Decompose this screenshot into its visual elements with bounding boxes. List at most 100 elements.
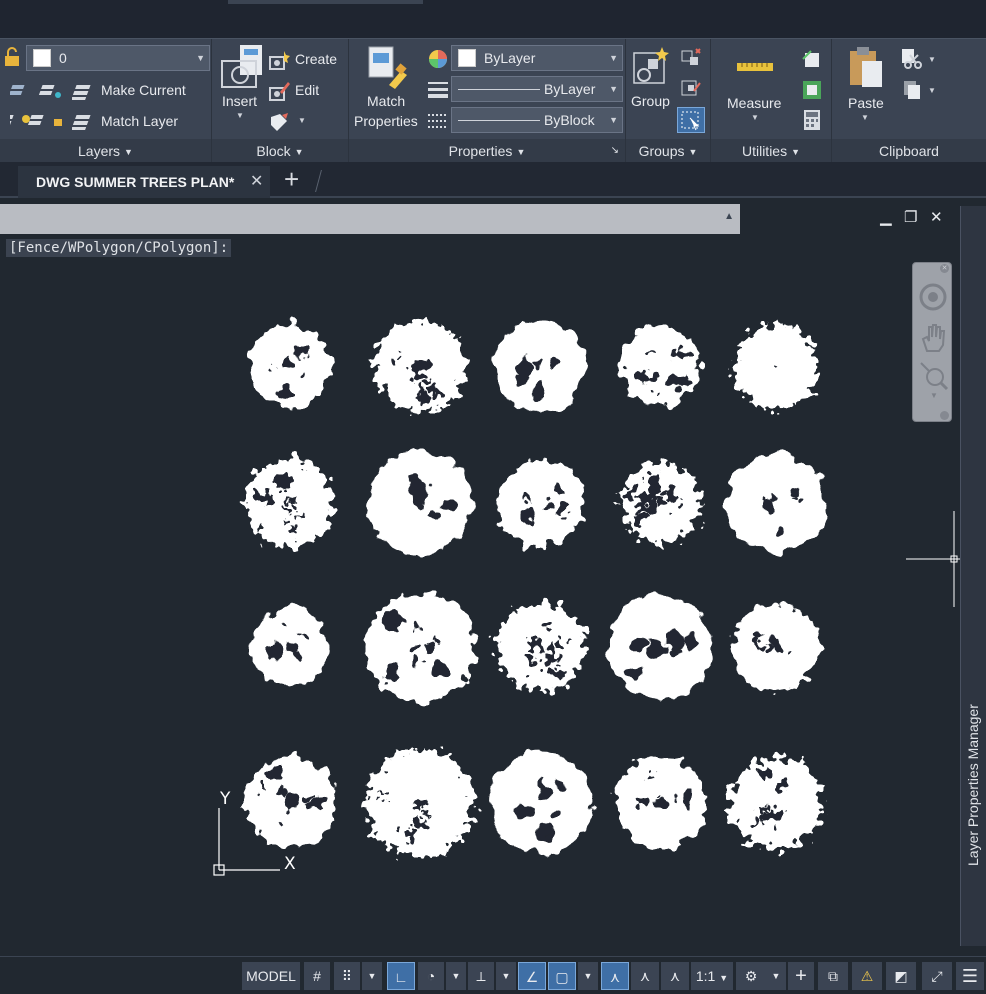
canopy-gap	[409, 359, 428, 378]
clean-screen-button[interactable]: ⤢	[922, 962, 952, 990]
canopy-gap	[667, 348, 678, 359]
chevron-up-icon[interactable]: ▲	[724, 211, 734, 222]
tree-symbol[interactable]	[608, 595, 712, 699]
ortho-toggle[interactable]: ∟	[387, 962, 415, 990]
canopy-gap	[762, 644, 770, 652]
canopy-gap	[300, 634, 306, 640]
canopy-gap	[553, 484, 565, 496]
canopy-gap	[655, 392, 659, 397]
annotation-visibility-toggle[interactable]: ⋏	[601, 962, 629, 990]
canopy-gap	[525, 656, 538, 669]
tree-symbol[interactable]	[732, 603, 820, 691]
tree-symbol[interactable]	[366, 749, 474, 857]
tree-symbol[interactable]	[246, 459, 334, 547]
canopy-gap	[645, 472, 661, 489]
canopy-gap	[428, 509, 440, 521]
canopy-gap	[529, 383, 546, 401]
steering-wheel-icon[interactable]	[917, 281, 949, 313]
canopy-gap	[413, 645, 421, 653]
tree-symbol[interactable]	[248, 324, 332, 408]
canopy-gap	[522, 366, 531, 375]
close-viewport-button[interactable]: ✕	[930, 208, 943, 226]
command-line-bar[interactable]: ▲	[0, 204, 740, 234]
tree-symbol[interactable]	[244, 757, 336, 849]
tree-symbol[interactable]	[489, 751, 593, 855]
tree-symbol[interactable]	[497, 459, 585, 547]
isodraft-menu-caret[interactable]: ▼	[496, 962, 516, 990]
graphics-performance-button[interactable]: ◩	[886, 962, 916, 990]
tree-symbol[interactable]	[620, 326, 700, 406]
close-icon[interactable]: ✕	[940, 264, 949, 273]
canopy-gap	[401, 827, 414, 840]
zoom-extents-icon[interactable]	[917, 359, 949, 391]
canopy-gap	[656, 789, 661, 795]
canopy-gap	[546, 357, 557, 369]
navbar-options-icon[interactable]	[940, 411, 949, 420]
canopy-gap	[284, 620, 289, 626]
canopy-gap	[519, 507, 537, 524]
tree-symbol[interactable]	[365, 592, 475, 702]
annotation-scale-icon-button[interactable]: ⋏	[661, 962, 689, 990]
isolate-objects-button[interactable]: ⧉	[818, 962, 848, 990]
canopy-gap	[542, 501, 551, 510]
minimize-viewport-button[interactable]: ▁	[880, 208, 892, 226]
canopy-gap	[751, 630, 763, 642]
canopy-gap	[761, 818, 767, 824]
annotation-autoscale-toggle[interactable]: ⋏	[631, 962, 659, 990]
canopy-gap	[277, 789, 286, 798]
annotation-monitor-button[interactable]: +	[788, 962, 814, 990]
isodraft-toggle[interactable]: ⟂	[468, 962, 494, 990]
tree-symbol[interactable]	[734, 324, 818, 408]
model-space-button[interactable]: MODEL	[242, 962, 300, 990]
snap-menu-caret[interactable]: ▼	[362, 962, 382, 990]
grid-icon: #	[313, 968, 321, 984]
object-snap-tracking-toggle[interactable]: ∠	[518, 962, 546, 990]
tree-symbol[interactable]	[252, 609, 328, 685]
canopy-gap	[649, 775, 655, 781]
canopy-gap	[644, 374, 654, 385]
tree-symbol[interactable]	[726, 453, 826, 553]
polar-tracking-toggle[interactable]: ◔	[418, 962, 444, 990]
tree-canopy	[489, 751, 593, 855]
chevron-down-icon: ▼	[719, 973, 729, 983]
customization-menu-button[interactable]: ☰	[956, 962, 984, 990]
tree-symbol[interactable]	[374, 320, 466, 412]
tree-symbol[interactable]	[614, 757, 706, 849]
chevron-down-icon: ▼	[501, 971, 511, 981]
isolate-objects-icon: ⧉	[828, 968, 838, 984]
canopy-gap	[410, 474, 420, 483]
drawing-canvas[interactable]: Y X	[0, 0, 986, 994]
canopy-gap	[556, 637, 565, 647]
zoom-caret-icon[interactable]: ▼	[930, 391, 938, 400]
canopy-gap	[763, 500, 778, 515]
pan-hand-icon[interactable]	[919, 323, 947, 353]
canopy-gap	[760, 804, 767, 810]
canopy-gap	[295, 650, 303, 658]
object-snap-menu-caret[interactable]: ▼	[578, 962, 598, 990]
tree-symbol[interactable]	[495, 320, 587, 412]
tree-symbol[interactable]	[730, 757, 822, 849]
canopy-gap	[655, 497, 665, 506]
canopy-gap	[311, 794, 327, 810]
canopy-gap	[259, 787, 264, 792]
tree-symbol[interactable]	[368, 451, 472, 555]
polar-menu-caret[interactable]: ▼	[446, 962, 466, 990]
canopy-gap	[639, 495, 655, 511]
workspace-switch-button[interactable]: ⚙	[736, 962, 766, 990]
palette-label[interactable]: Layer Properties Manager	[965, 704, 981, 866]
restore-viewport-button[interactable]: ❐	[904, 208, 917, 226]
tree-symbol[interactable]	[620, 463, 700, 543]
workspace-menu-caret[interactable]: ▼	[766, 962, 786, 990]
canopy-gap	[267, 643, 283, 659]
canopy-gap	[300, 369, 308, 377]
layer-properties-palette[interactable]: Layer Properties Manager	[960, 206, 986, 946]
tree-symbol[interactable]	[497, 603, 585, 691]
snap-toggle[interactable]: ⠿	[334, 962, 360, 990]
object-snap-toggle[interactable]: ▢	[548, 962, 576, 990]
annotation-scale-dropdown[interactable]: 1:1 ▼	[691, 962, 733, 990]
hardware-warning-icon: ⚠	[860, 968, 874, 984]
grid-toggle[interactable]: #	[304, 962, 330, 990]
canopy-gap	[669, 375, 685, 391]
hardware-acceleration-button[interactable]: ⚠	[852, 962, 882, 990]
canopy-gap	[425, 810, 431, 817]
